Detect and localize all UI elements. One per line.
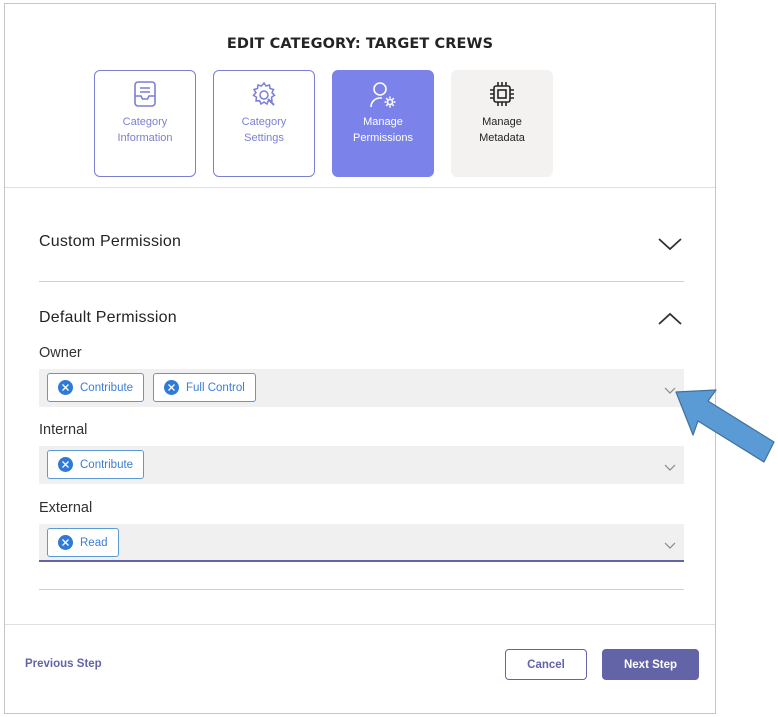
step-label: Category Information — [117, 116, 173, 144]
permission-tag[interactable]: Contribute — [47, 450, 145, 479]
tag-label: Read — [80, 536, 108, 549]
permission-tag[interactable]: Full Control — [153, 373, 256, 402]
remove-tag-icon[interactable] — [58, 380, 73, 395]
remove-tag-icon[interactable] — [58, 457, 73, 472]
step-category-information[interactable]: Category Information — [94, 70, 196, 177]
section-divider — [39, 589, 684, 590]
permission-tag[interactable]: Read — [47, 528, 119, 557]
step-category-settings[interactable]: Category Settings — [213, 70, 315, 177]
remove-tag-icon[interactable] — [164, 380, 179, 395]
permission-tag[interactable]: Contribute — [47, 373, 145, 402]
chip-icon — [452, 80, 552, 110]
step-manage-metadata[interactable]: Manage Metadata — [451, 70, 553, 177]
internal-permission-dropdown[interactable]: Contribute — [39, 446, 684, 484]
person-gear-icon — [333, 80, 433, 110]
header-divider — [5, 187, 715, 188]
remove-tag-icon[interactable] — [58, 535, 73, 550]
owner-permission-dropdown[interactable]: Contribute Full Control — [39, 369, 684, 407]
chevron-up-icon[interactable] — [657, 311, 683, 327]
tag-label: Full Control — [186, 381, 245, 394]
default-permission-heading[interactable]: Default Permission — [39, 309, 177, 327]
section-divider — [39, 281, 684, 282]
owner-label: Owner — [39, 345, 82, 361]
step-label: Category Settings — [241, 116, 287, 144]
step-manage-permissions[interactable]: Manage Permissions — [332, 70, 434, 177]
external-label: External — [39, 500, 93, 516]
dialog-title: EDIT CATEGORY: TARGET CREWS — [226, 36, 494, 52]
custom-permission-heading[interactable]: Custom Permission — [39, 233, 181, 251]
settings-wrench-icon — [214, 80, 314, 110]
inbox-icon — [95, 80, 195, 110]
cancel-button[interactable]: Cancel — [505, 649, 587, 680]
chevron-down-icon[interactable] — [657, 236, 683, 252]
footer-divider — [5, 624, 715, 625]
annotation-arrow-icon — [675, 389, 775, 463]
tag-label: Contribute — [80, 458, 134, 471]
step-label: Manage Metadata — [479, 116, 525, 144]
next-step-button[interactable]: Next Step — [602, 649, 699, 680]
edit-category-dialog: EDIT CATEGORY: TARGET CREWS Category Inf… — [4, 3, 716, 714]
previous-step-link[interactable]: Previous Step — [25, 658, 102, 670]
step-label: Manage Permissions — [353, 116, 413, 144]
external-permission-dropdown[interactable]: Read — [39, 524, 684, 562]
chevron-down-icon[interactable] — [664, 537, 676, 549]
tag-label: Contribute — [80, 381, 134, 394]
internal-label: Internal — [39, 422, 88, 438]
